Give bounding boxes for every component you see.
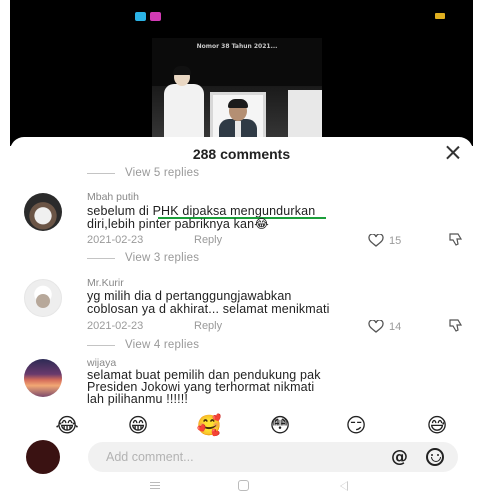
emoji-picker-icon[interactable] <box>426 448 444 466</box>
comment-text-line: lah pilihanmu !!!!!! <box>87 392 188 406</box>
status-icons <box>135 12 161 21</box>
emoji-button[interactable]: 🥰 <box>196 412 222 438</box>
comment-input[interactable]: Add comment... @ <box>88 442 458 472</box>
thumbs-down-icon <box>449 233 463 246</box>
comment-input-placeholder: Add comment... <box>106 450 194 464</box>
emoji-button[interactable]: 😁 <box>125 412 151 438</box>
app-notification-icon <box>135 12 146 21</box>
close-icon[interactable] <box>445 145 461 161</box>
divider <box>87 344 115 346</box>
video-player[interactable]: Nomor 38 Tahun 2021... <box>10 0 473 146</box>
emoji-button[interactable]: 😂 <box>54 412 80 438</box>
heart-icon <box>368 234 384 247</box>
avatar[interactable] <box>24 279 62 317</box>
home-icon[interactable] <box>238 480 249 491</box>
menu-icon[interactable] <box>150 482 160 489</box>
avatar[interactable] <box>24 193 62 231</box>
view-replies-link[interactable]: View 5 replies <box>87 167 199 179</box>
dislike-button[interactable] <box>449 233 463 249</box>
emoji-quick-bar: 😂 😁 🥰 😳 😏 😅 <box>10 410 473 440</box>
comment-date: 2021-02-23 <box>87 320 144 332</box>
video-frame: Nomor 38 Tahun 2021... <box>152 38 322 146</box>
comment-username[interactable]: Mbah putih <box>87 191 139 203</box>
video-caption: Nomor 38 Tahun 2021... <box>196 43 278 50</box>
view-replies-link[interactable]: View 3 replies <box>87 252 199 264</box>
thumbs-down-icon <box>449 319 463 332</box>
heart-icon <box>368 320 384 333</box>
view-replies-label: View 3 replies <box>125 252 200 264</box>
mention-icon[interactable]: @ <box>391 447 408 467</box>
view-replies-link[interactable]: View 4 replies <box>87 339 199 351</box>
view-replies-label: View 5 replies <box>125 167 200 179</box>
battery-icon <box>435 13 445 19</box>
emoji-button[interactable]: 😳 <box>267 412 293 438</box>
comment-text-line: diri,lebih pinter pabriknya kan😂 <box>87 217 269 231</box>
like-button[interactable]: 15 <box>368 234 401 247</box>
current-user-avatar <box>26 440 60 474</box>
avatar[interactable] <box>24 359 62 397</box>
back-icon[interactable] <box>340 481 348 491</box>
like-count: 15 <box>389 234 402 247</box>
dislike-button[interactable] <box>449 319 463 335</box>
reply-button[interactable]: Reply <box>194 320 222 332</box>
reply-button[interactable]: Reply <box>194 234 222 246</box>
divider <box>87 257 115 259</box>
comment-text-line: coblosan ya d akhirat... selamat menikma… <box>87 302 330 316</box>
system-nav-bar <box>10 476 473 498</box>
divider <box>87 172 115 174</box>
comments-sheet: 288 comments View 5 replies Mbah putih s… <box>10 137 473 498</box>
emoji-button[interactable]: 😏 <box>343 412 369 438</box>
app-notification-icon <box>150 12 161 21</box>
emoji-button[interactable]: 😅 <box>424 412 450 438</box>
comment-username[interactable]: Mr.Kurir <box>87 277 124 289</box>
comment-text-line: yg milih dia d pertanggungjawabkan <box>87 289 292 303</box>
like-count: 14 <box>389 320 402 333</box>
comment-date: 2021-02-23 <box>87 234 144 246</box>
comment-text-line: sebelum di PHK dipaksa mengundurkan <box>87 204 316 218</box>
like-button[interactable]: 14 <box>368 320 401 333</box>
view-replies-label: View 4 replies <box>125 339 200 351</box>
video-person <box>164 66 204 144</box>
comments-count-title: 288 comments <box>192 146 291 162</box>
